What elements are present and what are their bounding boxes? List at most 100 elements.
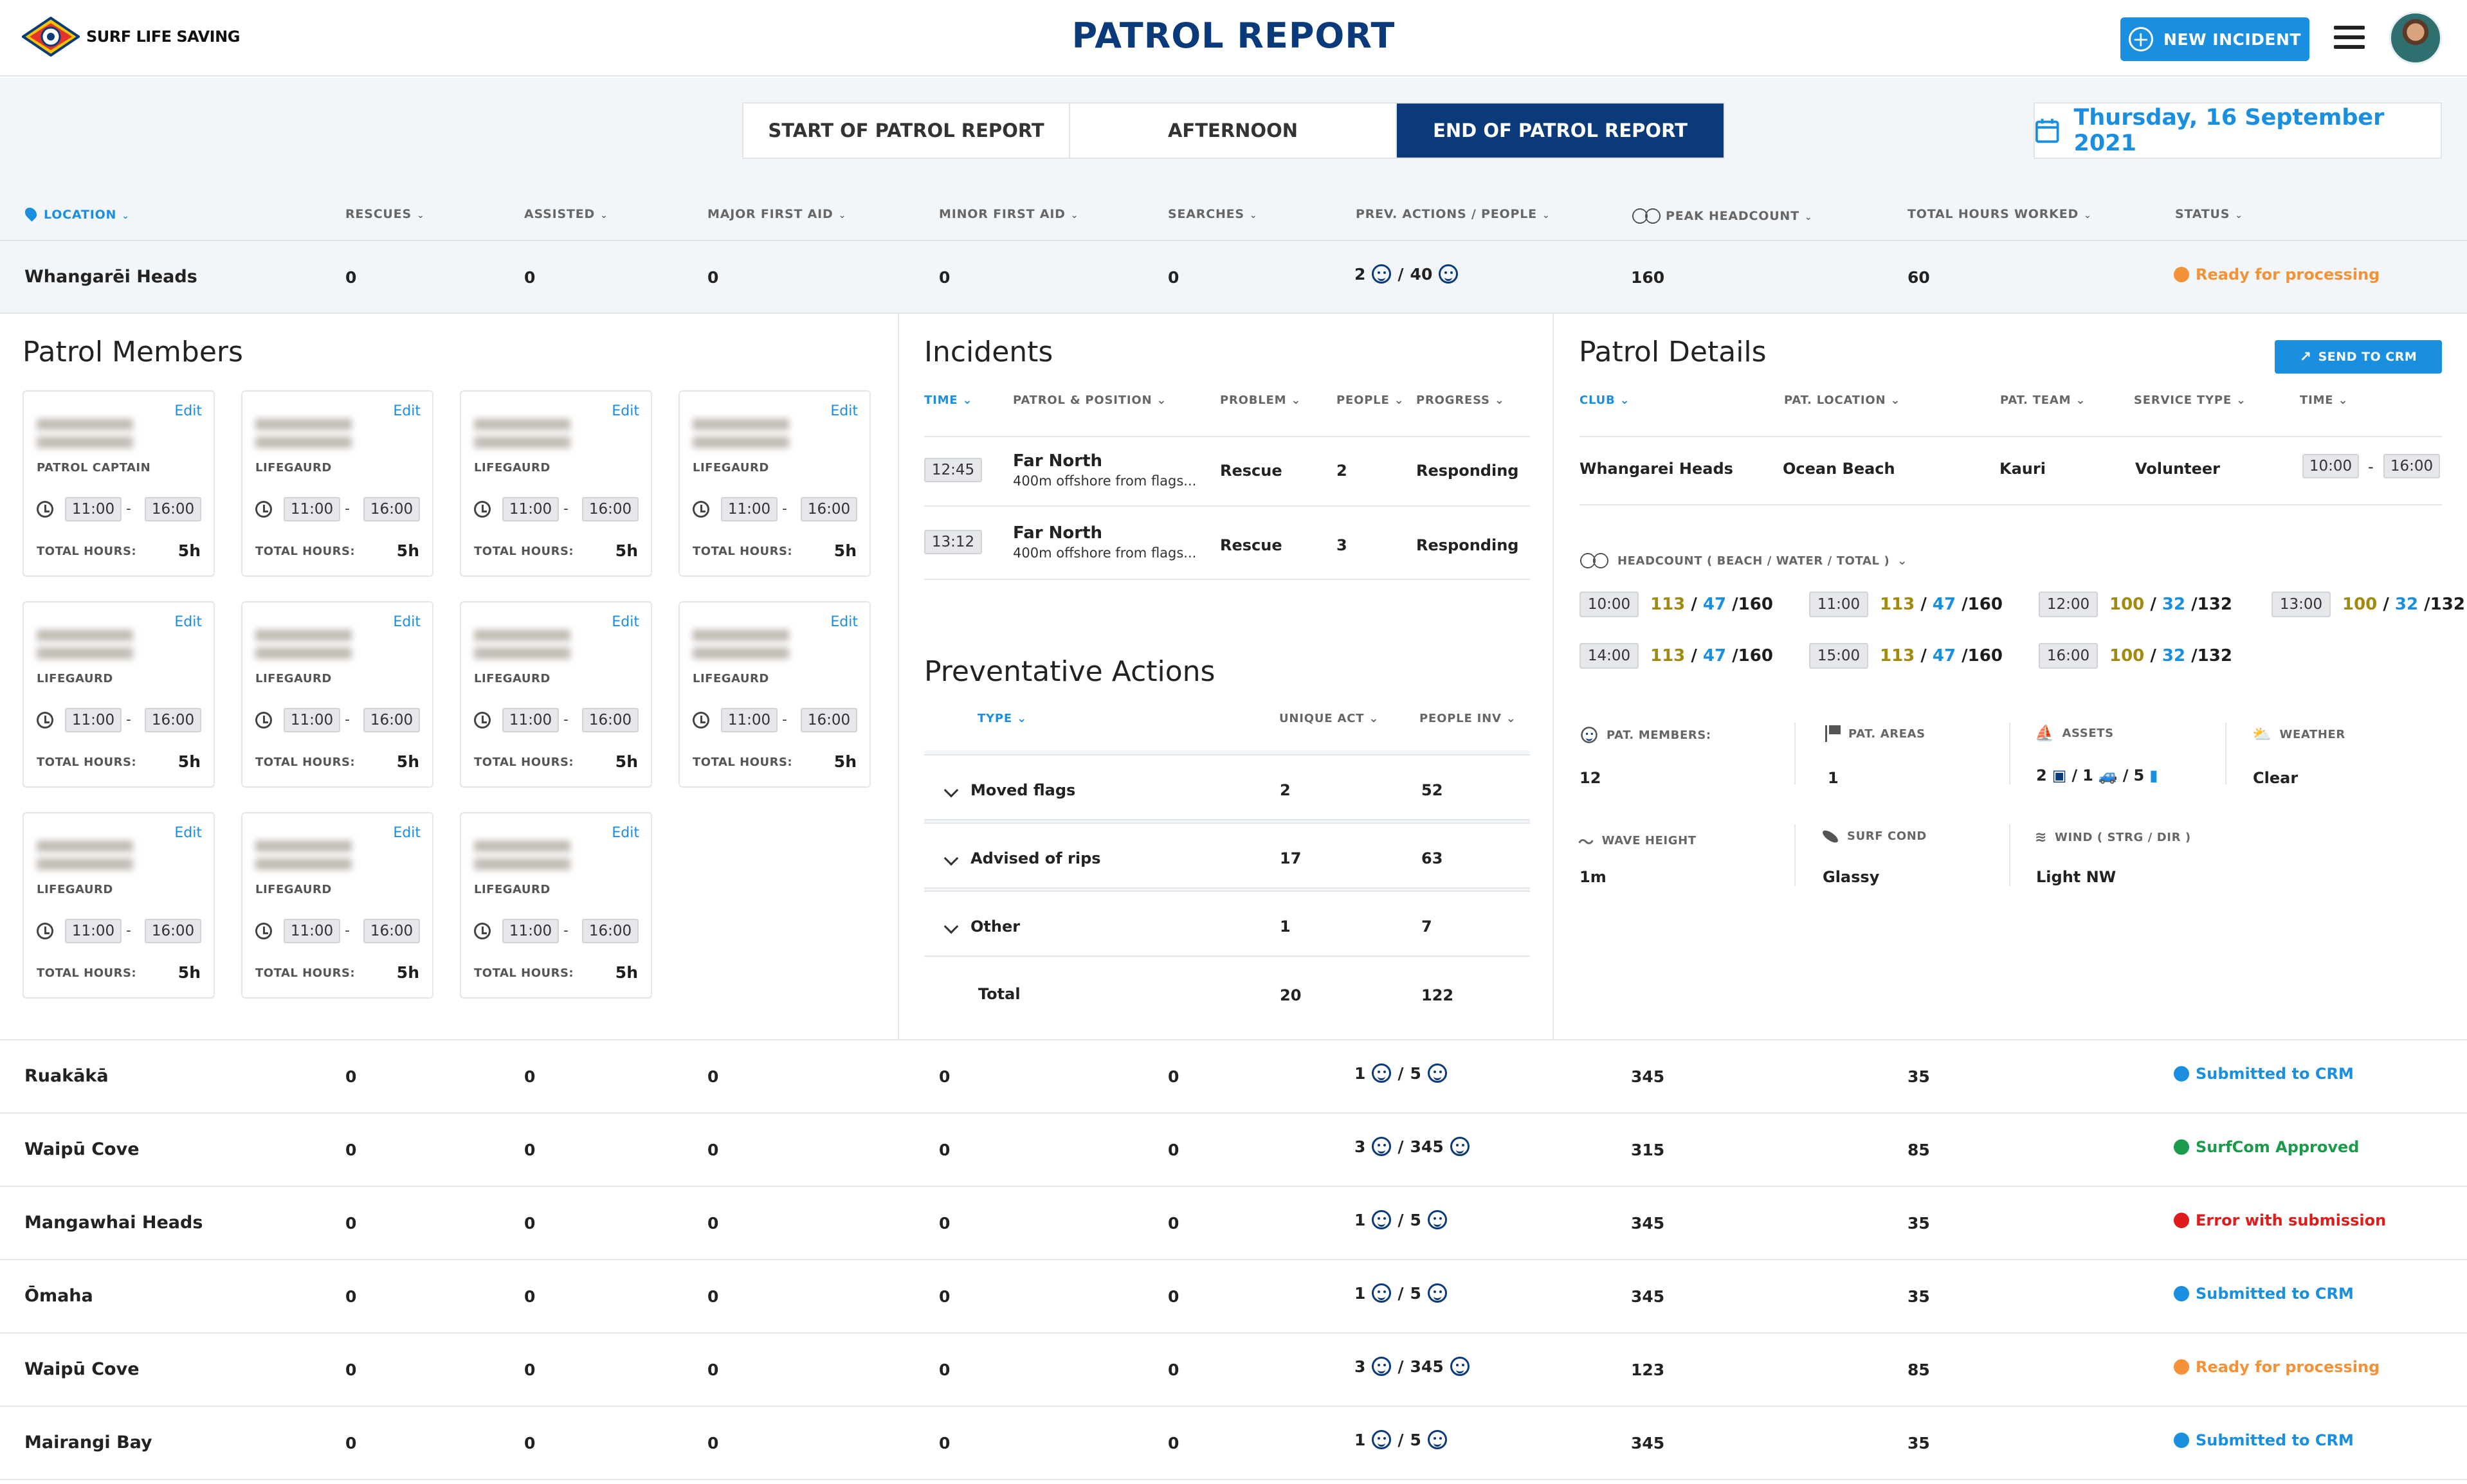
- member-start-time[interactable]: 11:00: [721, 708, 778, 732]
- incidents-header-problem[interactable]: PROBLEM ⌄: [1220, 394, 1301, 407]
- details-location: Ocean Beach: [1783, 460, 1895, 478]
- preventative-row[interactable]: Other 1 7: [924, 891, 1530, 957]
- column-header-peak-headcount[interactable]: PEAK HEADCOUNT ⌄: [1631, 207, 1812, 225]
- chevron-down-icon: ⌄: [1542, 210, 1551, 221]
- details-time-start[interactable]: 10:00: [2302, 454, 2359, 478]
- preventative-header-unique[interactable]: UNIQUE ACT ⌄: [1279, 712, 1379, 725]
- incidents-header-time[interactable]: TIME ⌄: [924, 394, 972, 407]
- headcount-time[interactable]: 11:00: [1809, 592, 1868, 617]
- member-end-time[interactable]: 16:00: [363, 497, 420, 521]
- column-header-rescues[interactable]: RESCUES ⌄: [345, 207, 424, 221]
- tab-start-of-patrol[interactable]: START OF PATROL REPORT: [743, 104, 1070, 158]
- column-header-minor-first-aid[interactable]: MINOR FIRST AID ⌄: [939, 207, 1079, 221]
- member-start-time[interactable]: 11:00: [65, 708, 122, 732]
- incidents-header-progress[interactable]: PROGRESS ⌄: [1416, 394, 1505, 407]
- column-header-status[interactable]: STATUS ⌄: [2175, 207, 2243, 221]
- chevron-down-icon[interactable]: [943, 919, 959, 934]
- member-end-time[interactable]: 16:00: [582, 497, 639, 521]
- column-header-major-first-aid[interactable]: MAJOR FIRST AID ⌄: [707, 207, 846, 221]
- headcount-time[interactable]: 12:00: [2039, 592, 2098, 617]
- edit-member-link[interactable]: Edit: [174, 403, 202, 419]
- column-header-assisted[interactable]: ASSISTED ⌄: [524, 207, 608, 221]
- member-start-time[interactable]: 11:00: [65, 497, 122, 521]
- member-end-time[interactable]: 16:00: [582, 708, 639, 732]
- stat-wind-value: Light NW: [2036, 868, 2117, 886]
- status-dot-icon: [2174, 1139, 2189, 1155]
- details-time-end[interactable]: 16:00: [2383, 454, 2440, 478]
- prev-actions-people: 1 / 5: [1354, 1063, 1447, 1083]
- edit-member-link[interactable]: Edit: [830, 403, 858, 419]
- edit-member-link[interactable]: Edit: [393, 825, 421, 841]
- prev-people-value: 5: [1410, 1063, 1421, 1083]
- member-end-time[interactable]: 16:00: [363, 708, 420, 732]
- member-start-time[interactable]: 11:00: [284, 919, 340, 943]
- column-header-total-hours[interactable]: TOTAL HOURS WORKED ⌄: [1907, 207, 2092, 221]
- edit-member-link[interactable]: Edit: [174, 825, 202, 841]
- patrol-row[interactable]: Ruakākā 0 0 0 0 0 1 / 5 345 35 Submitted to CRM: [0, 1040, 2467, 1114]
- edit-member-link[interactable]: Edit: [830, 614, 858, 630]
- chevron-down-icon[interactable]: [943, 783, 959, 798]
- chevron-down-icon[interactable]: [943, 851, 959, 866]
- edit-member-link[interactable]: Edit: [393, 403, 421, 419]
- send-to-crm-button[interactable]: ↗ SEND TO CRM: [2275, 340, 2442, 374]
- member-end-time[interactable]: 16:00: [582, 919, 639, 943]
- member-end-time[interactable]: 16:00: [145, 708, 201, 732]
- patrol-row[interactable]: Mangawhai Heads 0 0 0 0 0 1 / 5 345 35 Error with s…: [0, 1187, 2467, 1260]
- headcount-time[interactable]: 15:00: [1809, 643, 1868, 669]
- patrol-row[interactable]: Mairangi Bay 0 0 0 0 0 1 / 5 345 35 Submitted to CR…: [0, 1407, 2467, 1480]
- member-end-time[interactable]: 16:00: [801, 708, 857, 732]
- member-start-time[interactable]: 11:00: [65, 919, 122, 943]
- headcount-header[interactable]: HEADCOUNT ( BEACH / WATER / TOTAL ) ⌄: [1579, 552, 1907, 570]
- column-header-searches[interactable]: SEARCHES ⌄: [1168, 207, 1257, 221]
- incident-row[interactable]: 13:12 Far North 400m offshore from flags…: [924, 507, 1530, 579]
- member-start-time[interactable]: 11:00: [721, 497, 778, 521]
- edit-member-link[interactable]: Edit: [612, 403, 639, 419]
- incident-row[interactable]: 12:45 Far North 400m offshore from flags…: [924, 437, 1530, 505]
- member-start-time[interactable]: 11:00: [284, 497, 340, 521]
- patrol-row-selected[interactable]: Whangarēi Heads 0 0 0 0 0 2 / 40 160 60 Re…: [0, 240, 2467, 314]
- details-header-location[interactable]: PAT. LOCATION ⌄: [1784, 394, 1900, 407]
- date-picker[interactable]: Thursday, 16 September 2021: [2034, 102, 2442, 159]
- patrol-row[interactable]: Waipū Cove 0 0 0 0 0 3 / 345 123 85 Ready for proce…: [0, 1334, 2467, 1407]
- edit-member-link[interactable]: Edit: [174, 614, 202, 630]
- edit-member-link[interactable]: Edit: [612, 614, 639, 630]
- new-incident-button[interactable]: + NEW INCIDENT: [2120, 17, 2309, 61]
- incidents-header-patrol[interactable]: PATROL & POSITION ⌄: [1013, 394, 1167, 407]
- assisted-value: 0: [524, 1361, 536, 1379]
- edit-member-link[interactable]: Edit: [612, 825, 639, 841]
- preventative-header-type[interactable]: TYPE ⌄: [978, 712, 1027, 725]
- member-end-time[interactable]: 16:00: [801, 497, 857, 521]
- member-start-time[interactable]: 11:00: [284, 708, 340, 732]
- tab-end-of-patrol[interactable]: END OF PATROL REPORT: [1397, 104, 1724, 158]
- column-header-location[interactable]: LOCATION ⌄: [23, 205, 130, 222]
- user-avatar[interactable]: [2389, 12, 2442, 64]
- preventative-row[interactable]: Moved flags 2 52: [924, 754, 1530, 820]
- headcount-values: 100 / 32 /132: [2342, 595, 2465, 614]
- column-header-prev-actions[interactable]: PREV. ACTIONS / PEOPLE ⌄: [1356, 207, 1550, 221]
- details-header-service[interactable]: SERVICE TYPE ⌄: [2134, 394, 2246, 407]
- details-header-time[interactable]: TIME ⌄: [2300, 394, 2348, 407]
- member-end-time[interactable]: 16:00: [145, 919, 201, 943]
- member-end-time[interactable]: 16:00: [363, 919, 420, 943]
- details-header-team[interactable]: PAT. TEAM ⌄: [2000, 394, 2086, 407]
- preventative-row[interactable]: Advised of rips 17 63: [924, 822, 1530, 889]
- headcount-time[interactable]: 10:00: [1579, 592, 1639, 617]
- member-start-time[interactable]: 11:00: [502, 708, 559, 732]
- incidents-header-people[interactable]: PEOPLE ⌄: [1336, 394, 1405, 407]
- headcount-time[interactable]: 16:00: [2039, 643, 2098, 669]
- status-dot-icon: [2174, 1213, 2189, 1228]
- details-header-club[interactable]: CLUB ⌄: [1579, 394, 1630, 407]
- member-end-time[interactable]: 16:00: [145, 497, 201, 521]
- tab-afternoon[interactable]: AFTERNOON: [1070, 104, 1397, 158]
- member-role: LIFEGAURD: [693, 461, 769, 475]
- headcount-time[interactable]: 13:00: [2271, 592, 2331, 617]
- searches-value: 0: [1168, 1141, 1179, 1159]
- member-start-time[interactable]: 11:00: [502, 497, 559, 521]
- patrol-row[interactable]: Waipū Cove 0 0 0 0 0 3 / 345 315 85 SurfCom Approve…: [0, 1114, 2467, 1187]
- headcount-time[interactable]: 14:00: [1579, 643, 1639, 669]
- member-start-time[interactable]: 11:00: [502, 919, 559, 943]
- preventative-header-people[interactable]: PEOPLE INV ⌄: [1419, 712, 1516, 725]
- patrol-row[interactable]: Ōmaha 0 0 0 0 0 1 / 5 345 35 Submitted to CRM: [0, 1260, 2467, 1334]
- edit-member-link[interactable]: Edit: [393, 614, 421, 630]
- hamburger-menu-icon[interactable]: [2334, 26, 2365, 49]
